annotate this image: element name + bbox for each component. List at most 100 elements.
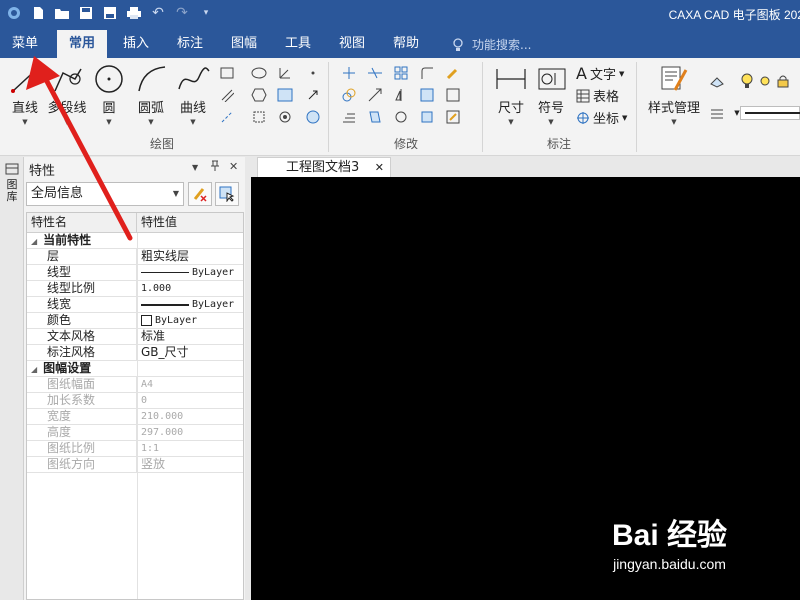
modify-group-label: 修改 xyxy=(394,137,419,151)
explode-icon[interactable] xyxy=(418,108,436,126)
document-tab-label: 工程图文档3 xyxy=(286,160,360,175)
scope-select[interactable]: 全局信息 ▼ xyxy=(26,182,184,206)
curve-button[interactable]: 曲线 ▼ xyxy=(168,62,218,128)
property-row[interactable]: 线宽 ByLayer xyxy=(27,297,243,313)
lineweight-sample xyxy=(141,303,189,306)
property-value[interactable]: ByLayer xyxy=(137,313,243,328)
array-icon[interactable] xyxy=(392,64,410,82)
property-row[interactable]: 层 粗实线层 xyxy=(27,249,243,265)
close-icon[interactable]: ✕ xyxy=(375,158,384,177)
tab-common[interactable]: 常用 xyxy=(57,30,107,58)
tab-insert[interactable]: 插入 xyxy=(114,30,158,58)
angle-line-icon[interactable] xyxy=(276,64,294,82)
library-tab[interactable]: 图库 xyxy=(4,179,20,203)
dimension-icon xyxy=(496,69,526,89)
stretch-icon[interactable] xyxy=(366,86,384,104)
mirror-icon[interactable] xyxy=(392,86,410,104)
tab-annotate[interactable]: 标注 xyxy=(168,30,212,58)
new-file-icon[interactable] xyxy=(28,3,48,23)
property-value[interactable]: 粗实线层 xyxy=(137,249,243,264)
center-line-icon[interactable] xyxy=(218,108,236,126)
close-icon[interactable]: ✕ xyxy=(229,160,238,173)
print-icon[interactable] xyxy=(124,3,144,23)
offset-icon[interactable] xyxy=(340,108,358,126)
layer-tool-icon[interactable] xyxy=(708,72,726,90)
globe-icon[interactable] xyxy=(304,108,322,126)
ellipse-icon[interactable] xyxy=(250,64,268,82)
symbol-button[interactable]: 符号 ▼ xyxy=(526,62,576,128)
tab-view[interactable]: 视图 xyxy=(330,30,374,58)
copy-icon[interactable] xyxy=(340,86,358,104)
collapse-icon: ◢ xyxy=(31,237,38,246)
brush-icon[interactable] xyxy=(444,64,462,82)
gear-shape-icon[interactable] xyxy=(276,108,294,126)
rectangle-icon[interactable] xyxy=(218,64,236,82)
coordinate-button[interactable]: 坐标 ▼ xyxy=(576,108,627,127)
redo-icon[interactable]: ↷ xyxy=(172,3,192,23)
tab-menu[interactable]: 菜单 xyxy=(4,30,46,58)
property-value[interactable]: ByLayer xyxy=(137,265,243,280)
scale-icon[interactable] xyxy=(418,86,436,104)
lightbulb-on-icon[interactable] xyxy=(738,72,756,90)
polygon-icon[interactable] xyxy=(250,86,268,104)
library-icon[interactable] xyxy=(5,163,19,175)
property-value[interactable]: 1.000 xyxy=(137,281,243,296)
tab-help[interactable]: 帮助 xyxy=(384,30,428,58)
properties-title: 特性 xyxy=(29,164,56,179)
feature-search[interactable]: 功能搜索... xyxy=(452,36,531,53)
fillet-icon[interactable] xyxy=(418,64,436,82)
trim-icon[interactable] xyxy=(366,64,384,82)
property-name: 高度 xyxy=(27,425,137,440)
property-row: 宽度 210.000 xyxy=(27,409,243,425)
open-folder-icon[interactable] xyxy=(52,3,72,23)
rotate-icon[interactable] xyxy=(392,108,410,126)
text-button[interactable]: A 文字 ▼ xyxy=(576,64,624,83)
tab-tools[interactable]: 工具 xyxy=(276,30,320,58)
watermark-url: jingyan.baidu.com xyxy=(613,556,726,572)
section-current-properties[interactable]: ◢ 当前特性 xyxy=(27,233,243,249)
extend-icon[interactable] xyxy=(366,108,384,126)
sun-icon[interactable] xyxy=(756,72,774,90)
block-icon[interactable] xyxy=(250,108,268,126)
save-icon[interactable] xyxy=(76,3,96,23)
select-objects-button[interactable] xyxy=(215,182,239,206)
coordinate-label: 坐标 xyxy=(593,112,620,127)
customize-icon[interactable]: ▾ xyxy=(196,3,216,23)
panel-menu-icon[interactable]: ▼ xyxy=(192,163,198,172)
property-row[interactable]: 线型 ByLayer xyxy=(27,265,243,281)
hatch-icon[interactable] xyxy=(276,86,294,104)
property-row[interactable]: 线型比例 1.000 xyxy=(27,281,243,297)
property-name: 加长系数 xyxy=(27,393,137,408)
lineweight-icon[interactable] xyxy=(708,104,726,122)
arrow-icon[interactable] xyxy=(304,86,322,104)
section-sheet-settings[interactable]: ◢ 图幅设置 xyxy=(27,361,243,377)
point-icon[interactable] xyxy=(304,64,322,82)
property-value[interactable]: 标准 xyxy=(137,329,243,344)
save-as-icon[interactable] xyxy=(100,3,120,23)
property-row[interactable]: 文本风格 标准 xyxy=(27,329,243,345)
table-button[interactable]: 表格 xyxy=(576,86,619,105)
lock-icon[interactable] xyxy=(774,72,792,90)
property-row[interactable]: 标注风格 GB_尺寸 xyxy=(27,345,243,361)
scope-value: 全局信息 xyxy=(31,186,84,201)
app-logo-icon[interactable] xyxy=(4,3,24,23)
document-tab[interactable]: 工程图文档3 ✕ xyxy=(257,157,391,177)
property-row[interactable]: 颜色 ByLayer xyxy=(27,313,243,329)
quick-select-button[interactable] xyxy=(188,182,212,206)
move-icon[interactable] xyxy=(340,64,358,82)
edit-icon[interactable] xyxy=(444,108,462,126)
property-name: 线型 xyxy=(27,265,137,280)
undo-icon[interactable]: ↶ xyxy=(148,3,168,23)
frame-icon[interactable] xyxy=(444,86,462,104)
lineweight-dropdown[interactable] xyxy=(740,106,800,120)
property-value[interactable]: GB_尺寸 xyxy=(137,345,243,360)
property-value[interactable]: ByLayer xyxy=(137,297,243,312)
column-name-header: 特性名 xyxy=(27,213,137,232)
parallel-line-icon[interactable] xyxy=(218,86,236,104)
pin-icon[interactable] xyxy=(210,160,220,175)
tab-sheet[interactable]: 图幅 xyxy=(222,30,266,58)
style-manager-button[interactable]: 样式管理 ▼ xyxy=(644,62,704,128)
property-value: A4 xyxy=(141,379,154,390)
chevron-down-icon: ▼ xyxy=(671,118,677,126)
column-divider[interactable] xyxy=(137,233,138,599)
